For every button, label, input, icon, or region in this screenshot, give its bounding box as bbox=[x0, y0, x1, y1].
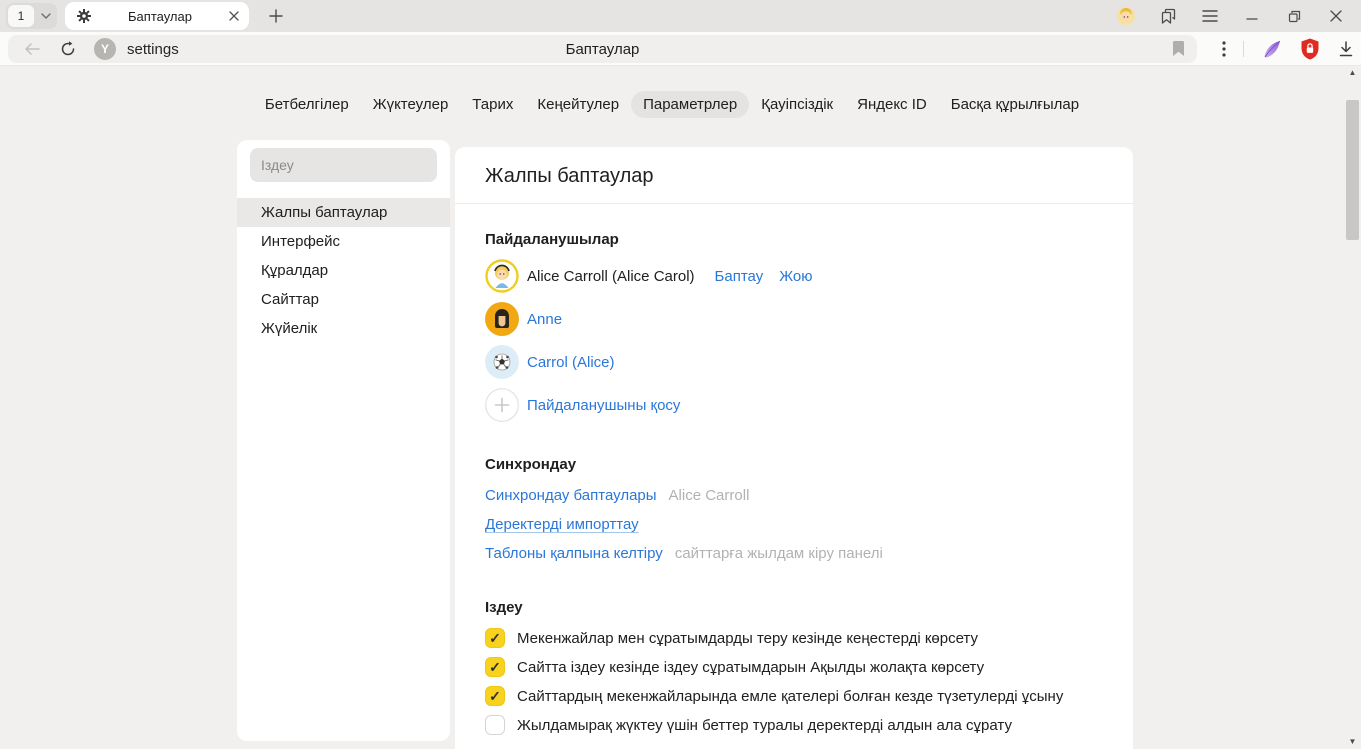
titlebar: 1 Баптаулар bbox=[0, 0, 1361, 32]
sidebar-list: Жалпы баптаулар Интерфейс Құралдар Сайтт… bbox=[237, 198, 450, 343]
user-name-link[interactable]: Anne bbox=[527, 311, 562, 328]
tab-downloads[interactable]: Жүктеулер bbox=[361, 91, 461, 118]
browser-tab-settings[interactable]: Баптаулар bbox=[65, 2, 249, 30]
option-label[interactable]: Сайтта іздеу кезінде іздеу сұратымдарын … bbox=[517, 659, 984, 676]
section-heading-search: Іздеу bbox=[485, 599, 1103, 616]
tab-extensions[interactable]: Кеңейтулер bbox=[525, 91, 631, 118]
section-heading-sync: Синхрондау bbox=[485, 456, 1103, 473]
new-tab-button[interactable] bbox=[265, 5, 287, 27]
restore-tableau-row: Таблоны қалпына келтіру сайттарға жылдам… bbox=[485, 546, 1103, 562]
protect-shield-icon[interactable] bbox=[1300, 38, 1320, 60]
user-row-alice: Alice Carroll (Alice Carol) Баптау Жою bbox=[485, 259, 1103, 293]
checkbox-prefetch[interactable] bbox=[485, 715, 505, 735]
window-close-icon[interactable] bbox=[1327, 7, 1345, 25]
kebab-menu-icon[interactable] bbox=[1222, 41, 1226, 57]
user-name: Alice Carroll (Alice Carol) bbox=[527, 268, 695, 285]
tab-history[interactable]: Тарих bbox=[460, 91, 525, 118]
avatar-alice-girl bbox=[485, 259, 519, 293]
profile-avatar[interactable] bbox=[1117, 7, 1135, 25]
gear-icon bbox=[77, 9, 91, 23]
checkbox-suggestions[interactable] bbox=[485, 628, 505, 648]
window-minimize-icon[interactable] bbox=[1243, 7, 1261, 25]
tab-bookmarks[interactable]: Бетбелгілер bbox=[253, 91, 361, 118]
sidebar-item-general[interactable]: Жалпы баптаулар bbox=[237, 198, 450, 227]
tab-other-devices[interactable]: Басқа құрылғылар bbox=[939, 91, 1091, 118]
user-row-carrol: Carrol (Alice) bbox=[485, 345, 1103, 379]
settings-page: Бетбелгілер Жүктеулер Тарих Кеңейтулер П… bbox=[0, 66, 1361, 749]
site-badge-icon: Y bbox=[94, 38, 116, 60]
search-input[interactable] bbox=[250, 148, 437, 182]
avatar-soccer-ball bbox=[485, 345, 519, 379]
page-title: Жалпы баптаулар bbox=[485, 165, 1103, 188]
tab-yandex-id[interactable]: Яндекс ID bbox=[845, 91, 939, 118]
tab-settings[interactable]: Параметрлер bbox=[631, 91, 749, 118]
tab-security[interactable]: Қауіпсіздік bbox=[749, 91, 845, 118]
option-label[interactable]: Сайттардың мекенжайларында емле қателері… bbox=[517, 688, 1063, 705]
checkbox-typo-fix[interactable] bbox=[485, 686, 505, 706]
hamburger-menu-icon[interactable] bbox=[1201, 7, 1219, 25]
main-body: Пайдаланушылар Alice Carroll (Alice Caro… bbox=[455, 231, 1133, 749]
window-restore-icon[interactable] bbox=[1285, 7, 1303, 25]
tab-close-icon[interactable] bbox=[229, 11, 239, 21]
bookmark-flag-icon[interactable] bbox=[1172, 41, 1185, 57]
scroll-down-icon[interactable]: ▼ bbox=[1344, 735, 1361, 747]
avatar-woman-dark-hair bbox=[485, 302, 519, 336]
option-row: Сайттардың мекенжайларында емле қателері… bbox=[485, 686, 1103, 706]
tab-counter[interactable]: 1 bbox=[8, 5, 34, 27]
scrollbar-thumb[interactable] bbox=[1346, 100, 1359, 240]
tableau-note: сайттарға жылдам кіру панелі bbox=[675, 546, 883, 562]
option-row: Сайтта іздеу кезінде іздеу сұратымдарын … bbox=[485, 657, 1103, 677]
page-scrollbar[interactable]: ▲ ▼ bbox=[1344, 66, 1361, 749]
sync-settings-row: Синхрондау баптаулары Alice Carroll bbox=[485, 488, 1103, 504]
import-data-row: Деректерді импорттау bbox=[485, 517, 1103, 533]
user-configure-link[interactable]: Баптау bbox=[715, 268, 764, 285]
option-label[interactable]: Жылдамырақ жүктеу үшін беттер туралы дер… bbox=[517, 717, 1012, 734]
sync-settings-link[interactable]: Синхрондау баптаулары bbox=[485, 488, 657, 504]
tab-title: Баптаулар bbox=[91, 9, 229, 24]
collections-bookmarks-icon[interactable] bbox=[1159, 7, 1177, 25]
checkbox-site-search[interactable] bbox=[485, 657, 505, 677]
reload-icon[interactable] bbox=[60, 41, 76, 57]
scroll-up-icon[interactable]: ▲ bbox=[1344, 66, 1361, 78]
main-header: Жалпы баптаулар bbox=[455, 147, 1133, 204]
omnibox-url[interactable]: settings bbox=[127, 41, 179, 58]
option-label[interactable]: Мекенжайлар мен сұратымдарды теру кезінд… bbox=[517, 630, 978, 647]
settings-sidebar: Жалпы баптаулар Интерфейс Құралдар Сайтт… bbox=[237, 140, 450, 741]
restore-tableau-link[interactable]: Таблоны қалпына келтіру bbox=[485, 546, 663, 562]
user-row-anne: Anne bbox=[485, 302, 1103, 336]
section-heading-users: Пайдаланушылар bbox=[485, 231, 1103, 248]
sidebar-item-interface[interactable]: Интерфейс bbox=[237, 227, 450, 256]
option-row: Жылдамырақ жүктеу үшін беттер туралы дер… bbox=[485, 715, 1103, 735]
omnibox[interactable]: Y settings Баптаулар bbox=[8, 35, 1197, 63]
titlebar-controls bbox=[1117, 7, 1345, 25]
option-row: Мекенжайлар мен сұратымдарды теру кезінд… bbox=[485, 628, 1103, 648]
chevron-down-icon[interactable] bbox=[41, 13, 51, 19]
omnibox-page-title: Баптаулар bbox=[8, 41, 1197, 58]
feather-extension-icon[interactable] bbox=[1261, 38, 1283, 60]
sidebar-item-sites[interactable]: Сайттар bbox=[237, 285, 450, 314]
tab-counter-group[interactable]: 1 bbox=[6, 3, 57, 29]
import-data-link[interactable]: Деректерді импорттау bbox=[485, 517, 639, 533]
sidebar-item-tools[interactable]: Құралдар bbox=[237, 256, 450, 285]
settings-nav-tabs: Бетбелгілер Жүктеулер Тарих Кеңейтулер П… bbox=[0, 91, 1344, 118]
user-name-link[interactable]: Carrol (Alice) bbox=[527, 354, 615, 371]
sidebar-item-system[interactable]: Жүйелік bbox=[237, 314, 450, 343]
download-icon[interactable] bbox=[1337, 40, 1355, 58]
sync-account-note: Alice Carroll bbox=[669, 488, 750, 504]
settings-main-panel: Жалпы баптаулар Пайдаланушылар Alice bbox=[455, 147, 1133, 749]
add-user-link[interactable]: Пайдаланушыны қосу bbox=[527, 397, 680, 414]
plus-icon bbox=[485, 388, 519, 422]
user-actions: Баптау Жою bbox=[715, 268, 813, 285]
user-delete-link[interactable]: Жою bbox=[779, 268, 812, 285]
add-user-row[interactable]: Пайдаланушыны қосу bbox=[485, 388, 1103, 422]
toolbar: Y settings Баптаулар bbox=[0, 32, 1361, 66]
toolbar-divider bbox=[1243, 41, 1244, 57]
toolbar-extensions bbox=[1222, 32, 1355, 66]
back-arrow-icon[interactable] bbox=[24, 43, 40, 55]
